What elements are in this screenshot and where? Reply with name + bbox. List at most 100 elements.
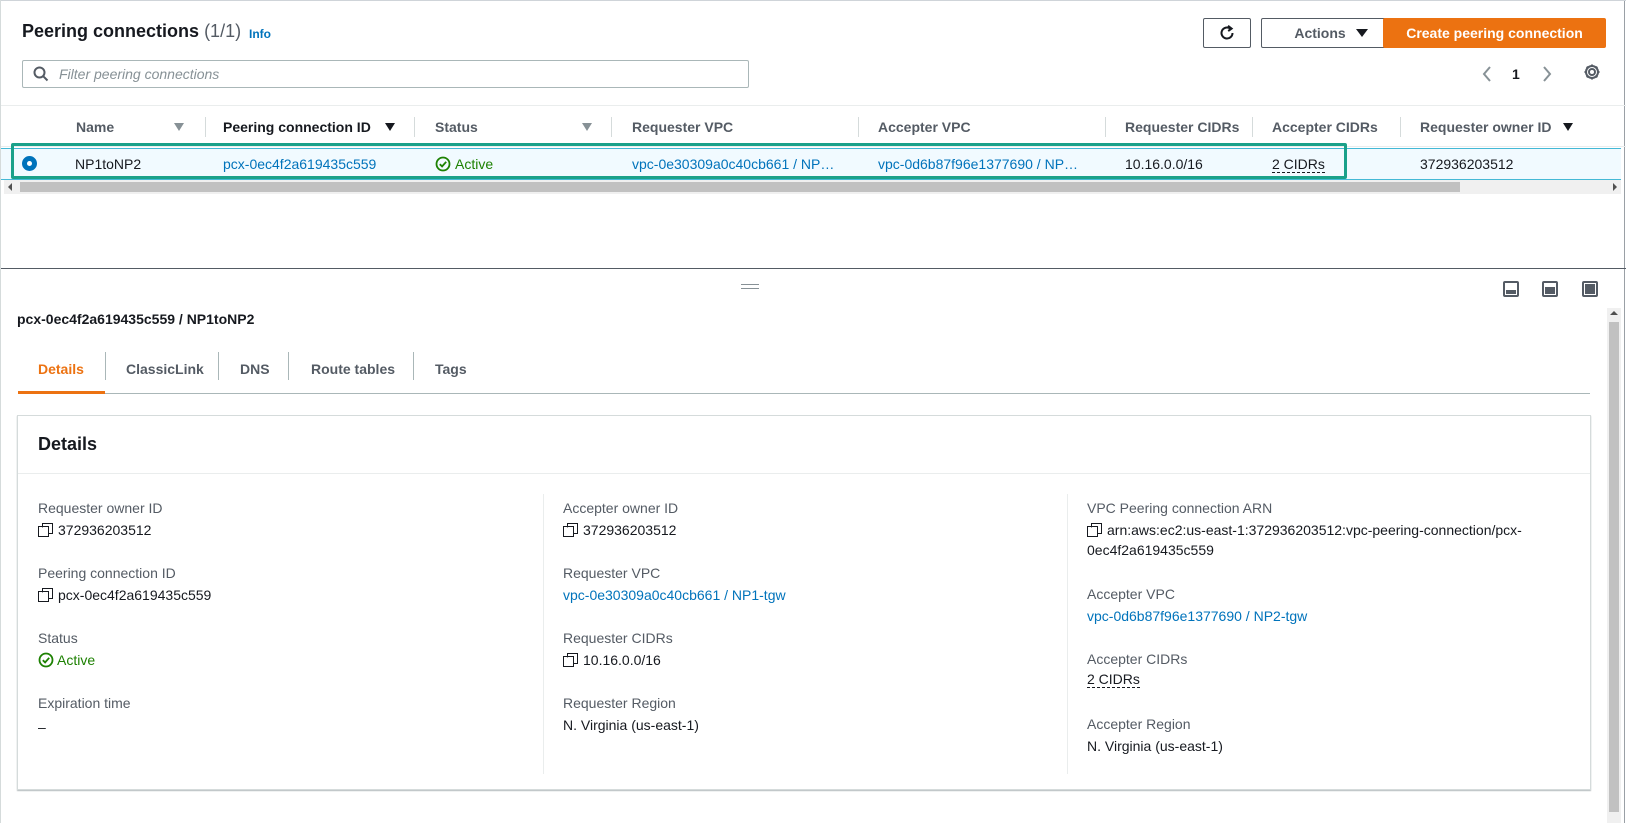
column-divider xyxy=(543,494,544,774)
sort-active-icon[interactable] xyxy=(385,123,395,131)
page-title-text: Peering connections xyxy=(22,21,200,41)
copy-icon[interactable] xyxy=(563,523,577,537)
requester-cidrs-value: 10.16.0.0/16 xyxy=(563,650,661,670)
refresh-icon xyxy=(1220,25,1234,40)
column-divider xyxy=(1067,494,1068,774)
vertical-scrollbar[interactable] xyxy=(1607,308,1621,823)
actions-dropdown[interactable]: Actions xyxy=(1261,18,1401,48)
requester-cidrs-text: 10.16.0.0/16 xyxy=(583,652,661,668)
scroll-right-icon[interactable] xyxy=(1613,183,1617,191)
sort-icon[interactable] xyxy=(1563,123,1573,131)
cell-requester-owner: 372936203512 xyxy=(1420,156,1514,172)
column-requester-vpc[interactable]: Requester VPC xyxy=(632,106,733,148)
column-peering-id[interactable]: Peering connection ID xyxy=(223,106,371,148)
copy-icon[interactable] xyxy=(563,653,577,667)
sort-icon[interactable] xyxy=(174,123,184,131)
scroll-up-icon[interactable] xyxy=(1610,311,1618,315)
next-page-button[interactable] xyxy=(1541,63,1553,85)
arn-text: arn:aws:ec2:us-east-1:372936203512:vpc-p… xyxy=(1087,520,1522,560)
column-name[interactable]: Name xyxy=(76,106,114,148)
arn-text-line1: arn:aws:ec2:us-east-1:372936203512:vpc-p… xyxy=(1107,522,1522,538)
table-header: Name Peering connection ID Status Reques… xyxy=(1,105,1626,147)
accepter-vpc-label: Accepter VPC xyxy=(1087,586,1175,602)
check-circle-icon xyxy=(38,652,54,668)
requester-vpc-link[interactable]: vpc-0e30309a0c40cb661 / NP1-tgw xyxy=(563,585,786,605)
expiration-value: – xyxy=(38,719,46,735)
requester-owner-value: 372936203512 xyxy=(38,520,151,540)
tab-classiclink[interactable]: ClassicLink xyxy=(126,344,204,394)
peering-id-label: Peering connection ID xyxy=(38,565,176,581)
horizontal-scrollbar[interactable] xyxy=(4,180,1621,194)
scrollbar-thumb[interactable] xyxy=(20,182,1460,192)
app-frame: Peering connections (1/1) Info Actions C… xyxy=(0,0,1626,823)
accepter-owner-text: 372936203512 xyxy=(583,522,677,538)
drag-handle-icon[interactable] xyxy=(741,284,759,289)
split-full-view-icon[interactable] xyxy=(1582,281,1598,297)
preferences-button[interactable] xyxy=(1583,63,1601,84)
column-divider xyxy=(1105,117,1106,137)
active-tab-indicator xyxy=(18,391,105,394)
column-accepter-cidrs[interactable]: Accepter CIDRs xyxy=(1272,106,1378,148)
accepter-owner-value: 372936203512 xyxy=(563,520,676,540)
expiration-label: Expiration time xyxy=(38,695,131,711)
selection-highlight xyxy=(11,143,1347,179)
column-divider xyxy=(1252,117,1253,137)
copy-icon[interactable] xyxy=(1087,523,1101,537)
column-divider xyxy=(205,117,206,137)
scrollbar-thumb[interactable] xyxy=(1609,322,1619,812)
accepter-cidrs-popover[interactable]: 2 CIDRs xyxy=(1087,671,1140,688)
status-value: Active xyxy=(38,650,95,670)
page-number[interactable]: 1 xyxy=(1512,63,1520,85)
accepter-cidrs-value[interactable]: 2 CIDRs xyxy=(1087,671,1140,688)
requester-region-label: Requester Region xyxy=(563,695,676,711)
sort-icon[interactable] xyxy=(582,123,592,131)
filter-input[interactable] xyxy=(59,66,739,82)
details-header: Details xyxy=(18,416,1590,474)
scroll-left-icon[interactable] xyxy=(8,183,12,191)
chevron-right-icon xyxy=(1543,66,1552,82)
column-status[interactable]: Status xyxy=(435,106,478,148)
info-link[interactable]: Info xyxy=(249,27,271,41)
column-divider xyxy=(858,117,859,137)
filter-search xyxy=(22,60,749,88)
tab-details[interactable]: Details xyxy=(38,344,84,394)
requester-cidrs-label: Requester CIDRs xyxy=(563,630,673,646)
accepter-cidrs-label: Accepter CIDRs xyxy=(1087,651,1188,667)
gear-icon xyxy=(1584,64,1600,80)
arn-label: VPC Peering connection ARN xyxy=(1087,500,1273,516)
tab-divider xyxy=(413,352,414,380)
details-container: Details Requester owner ID 372936203512 … xyxy=(17,415,1591,790)
accepter-vpc-link[interactable]: vpc-0d6b87f96e1377690 / NP2-tgw xyxy=(1087,606,1307,626)
peering-id-text: pcx-0ec4f2a619435c559 xyxy=(58,587,212,603)
detail-title: pcx-0ec4f2a619435c559 / NP1toNP2 xyxy=(17,311,255,327)
result-count: (1/1) xyxy=(204,21,242,41)
column-requester-owner[interactable]: Requester owner ID xyxy=(1420,106,1551,148)
requester-vpc-label: Requester VPC xyxy=(563,565,661,581)
requester-owner-text: 372936203512 xyxy=(58,522,152,538)
page-title: Peering connections (1/1) xyxy=(22,21,241,42)
accepter-region-label: Accepter Region xyxy=(1087,716,1191,732)
copy-icon[interactable] xyxy=(38,523,52,537)
split-half-view-icon[interactable] xyxy=(1542,281,1558,297)
tab-dns[interactable]: DNS xyxy=(240,344,270,394)
accepter-region-value: N. Virginia (us-east-1) xyxy=(1087,738,1223,754)
search-icon xyxy=(33,66,49,82)
copy-icon[interactable] xyxy=(38,588,52,602)
tab-divider xyxy=(218,352,219,380)
tab-tags[interactable]: Tags xyxy=(435,344,467,394)
split-divider[interactable] xyxy=(1,268,1626,269)
column-divider xyxy=(414,117,415,137)
chevron-left-icon xyxy=(1482,66,1491,82)
column-requester-cidrs[interactable]: Requester CIDRs xyxy=(1125,106,1239,148)
refresh-button[interactable] xyxy=(1203,18,1251,48)
details-heading: Details xyxy=(38,434,98,454)
actions-label: Actions xyxy=(1294,25,1346,41)
split-bottom-view-icon[interactable] xyxy=(1503,281,1519,297)
prev-page-button[interactable] xyxy=(1481,63,1493,85)
create-peering-button[interactable]: Create peering connection xyxy=(1383,18,1606,48)
column-divider xyxy=(1400,117,1401,137)
tab-divider xyxy=(105,352,106,380)
tab-route-tables[interactable]: Route tables xyxy=(311,344,395,394)
column-accepter-vpc[interactable]: Accepter VPC xyxy=(878,106,971,148)
status-label: Status xyxy=(38,630,78,646)
